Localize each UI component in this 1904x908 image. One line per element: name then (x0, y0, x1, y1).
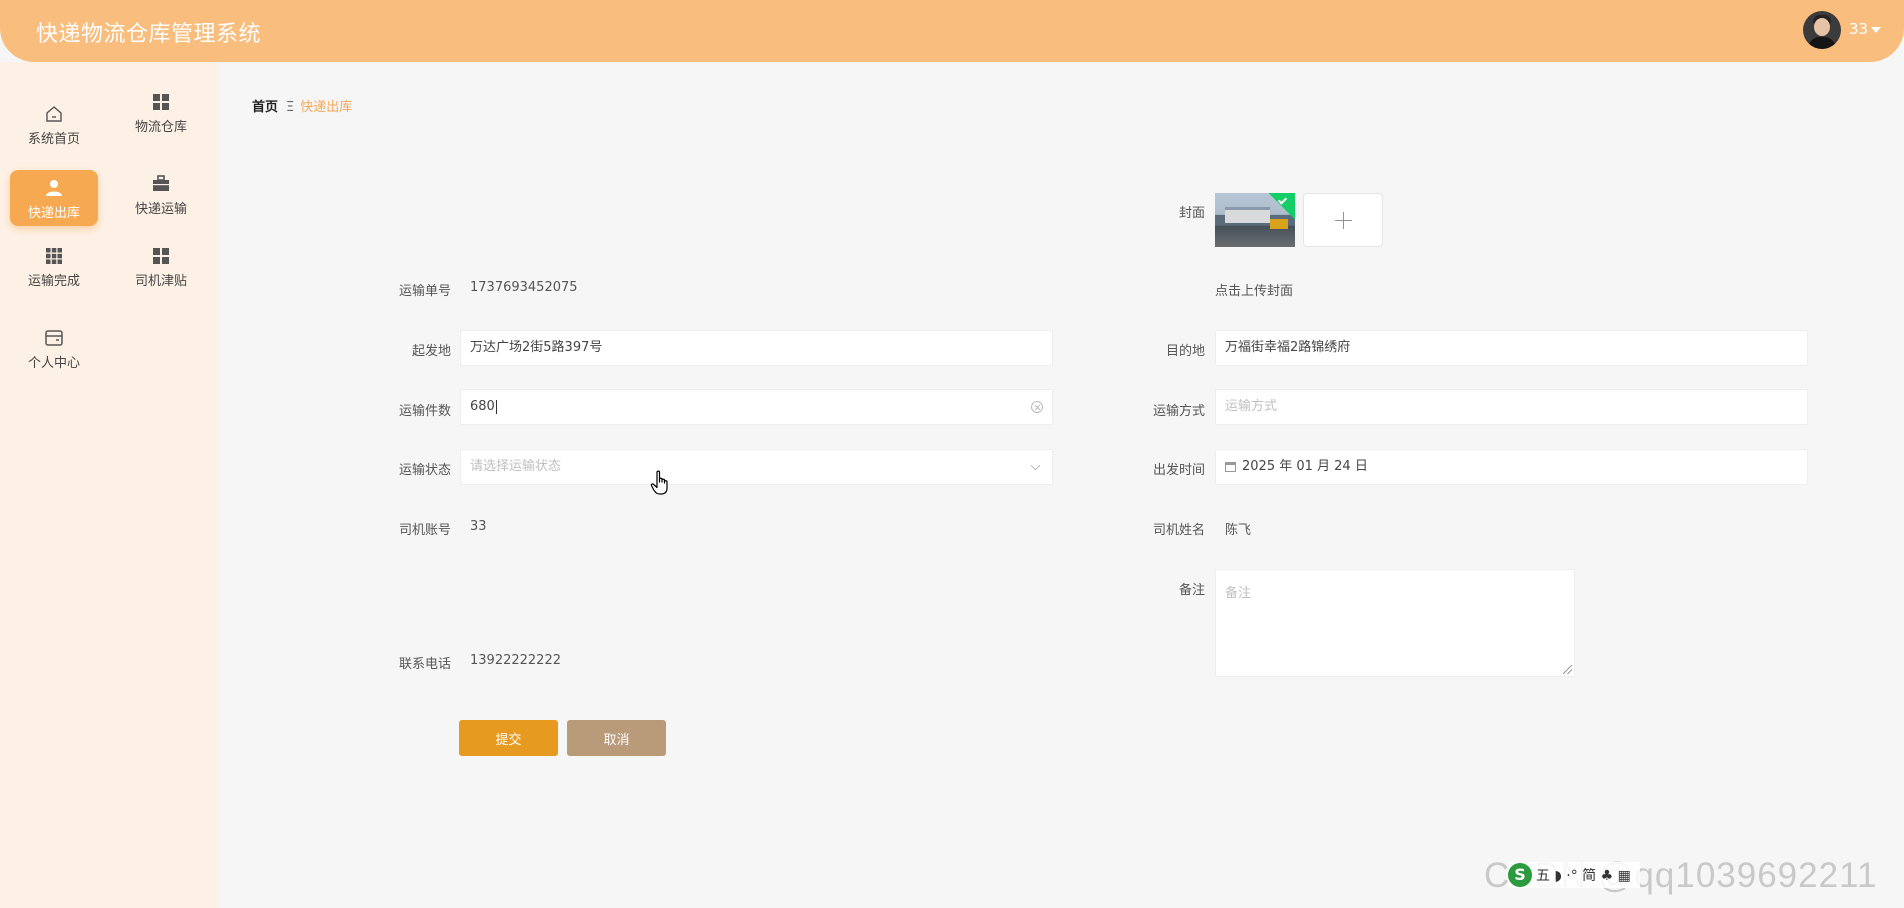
sidebar-item-allowance[interactable]: 司机津贴 (117, 238, 205, 294)
chevron-down-icon (1030, 460, 1041, 471)
breadcrumb-home[interactable]: 首页 (252, 100, 278, 115)
clear-icon[interactable] (1031, 401, 1043, 413)
ime-toolbar[interactable]: S 五 ◗ ·° 简 ♣ ▦ (1508, 862, 1640, 888)
depart-date-picker[interactable]: 2025 年 01 月 24 日 (1215, 449, 1808, 485)
sidebar-item-outbound[interactable]: 快递出库 (10, 170, 98, 226)
breadcrumb-current: 快递出库 (300, 100, 353, 115)
username[interactable]: 33 (1849, 20, 1868, 38)
hand-cursor-icon (650, 470, 668, 495)
remark-textarea[interactable]: 备注 (1215, 569, 1575, 677)
cover-hint: 点击上传封面 (1215, 284, 1294, 299)
sidebar-item-label: 快递运输 (134, 202, 187, 217)
status-select[interactable]: 请选择运输状态 (460, 449, 1053, 485)
driver-account-value: 33 (470, 519, 487, 534)
resize-handle-icon[interactable] (1563, 665, 1572, 674)
quantity-input[interactable]: 680 (460, 389, 1053, 425)
remark-placeholder: 备注 (1225, 586, 1252, 601)
origin-label: 起发地 (411, 344, 451, 359)
method-label: 运输方式 (1152, 404, 1205, 419)
top-header: 快递物流仓库管理系统 33 (0, 0, 1904, 62)
status-label: 运输状态 (398, 463, 451, 478)
phone-value: 13922222222 (470, 653, 561, 668)
sidebar-item-completed[interactable]: 运输完成 (10, 238, 98, 294)
cover-image[interactable] (1215, 193, 1295, 247)
sidebar-item-warehouse[interactable]: 物流仓库 (117, 84, 205, 140)
sidebar-item-home[interactable]: 系统首页 (10, 96, 98, 152)
remark-label: 备注 (1178, 583, 1205, 598)
order-no-value: 1737693452075 (470, 280, 578, 295)
driver-name-value: 陈飞 (1225, 523, 1252, 538)
destination-label: 目的地 (1165, 344, 1205, 359)
driver-name-label: 司机姓名 (1152, 523, 1205, 538)
ime-status: 五 ◗ ·° 简 ♣ ▦ (1536, 868, 1631, 884)
submit-button[interactable]: 提交 (459, 720, 558, 756)
quantity-label: 运输件数 (398, 404, 451, 419)
sidebar-item-label: 系统首页 (27, 132, 80, 147)
app-title: 快递物流仓库管理系统 (36, 22, 262, 47)
origin-input[interactable]: 万达广场2街5路397号 (460, 330, 1053, 366)
breadcrumb-separator-icon: Ξ (286, 100, 295, 115)
order-no-label: 运输单号 (398, 284, 451, 299)
sidebar-item-label: 个人中心 (27, 356, 80, 371)
phone-label: 联系电话 (398, 657, 451, 672)
grid-icon (153, 94, 169, 110)
ime-logo-icon: S (1508, 863, 1532, 887)
sidebar-item-label: 运输完成 (27, 274, 80, 289)
sidebar: 系统首页 物流仓库 快递出库 快递运输 运输完成 司机津贴 个人中心 (0, 62, 217, 908)
user-icon (46, 180, 62, 196)
grid-icon (153, 248, 169, 264)
depart-label: 出发时间 (1152, 463, 1205, 478)
driver-account-label: 司机账号 (398, 523, 451, 538)
upload-cover-button[interactable] (1303, 193, 1383, 247)
briefcase-icon (153, 175, 169, 191)
quantity-value: 680 (470, 399, 495, 414)
user-avatar[interactable] (1803, 11, 1841, 49)
grid9-icon (46, 248, 62, 264)
sidebar-item-label: 快递出库 (27, 206, 80, 221)
wallet-icon (45, 330, 63, 346)
sidebar-item-profile[interactable]: 个人中心 (10, 320, 98, 376)
destination-input[interactable]: 万福街幸福2路锦绣府 (1215, 330, 1808, 366)
cancel-button[interactable]: 取消 (567, 720, 666, 756)
breadcrumb: 首页 Ξ 快递出库 (252, 96, 352, 115)
method-input[interactable]: 运输方式 (1215, 389, 1808, 425)
status-placeholder: 请选择运输状态 (470, 459, 562, 474)
sidebar-item-transport[interactable]: 快递运输 (117, 166, 205, 222)
sidebar-item-label: 物流仓库 (134, 120, 187, 135)
cover-label: 封面 (1178, 206, 1205, 221)
home-icon (46, 106, 62, 122)
depart-date-value: 2025 年 01 月 24 日 (1242, 459, 1368, 474)
chevron-down-icon[interactable] (1871, 27, 1881, 33)
calendar-icon (1225, 462, 1236, 472)
sidebar-item-label: 司机津贴 (134, 274, 187, 289)
